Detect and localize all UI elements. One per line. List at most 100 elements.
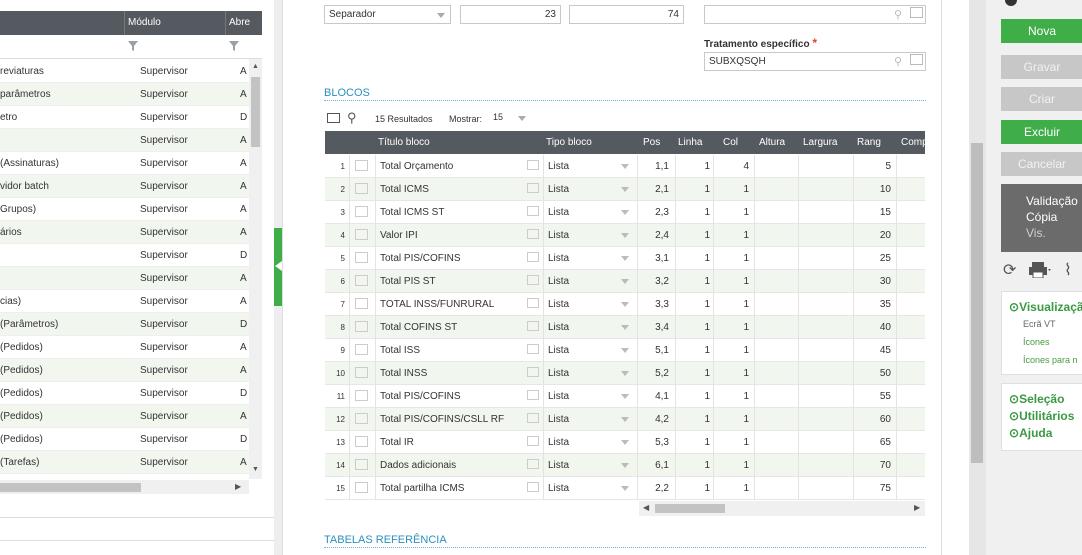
cell-linha[interactable]: 1 bbox=[675, 207, 710, 218]
cell-rang[interactable]: 45 bbox=[853, 345, 891, 356]
cell-rang[interactable]: 60 bbox=[853, 414, 891, 425]
scroll-right-icon[interactable]: ▶ bbox=[235, 482, 241, 491]
cell-pos[interactable]: 6,1 bbox=[637, 460, 669, 471]
filter-icon[interactable] bbox=[229, 41, 239, 51]
cell-rang[interactable]: 35 bbox=[853, 299, 891, 310]
chevron-down-icon[interactable] bbox=[621, 348, 629, 353]
cell-titulo[interactable]: Total IR bbox=[380, 437, 414, 448]
column-col[interactable]: Col bbox=[723, 137, 738, 148]
list-item[interactable]: etro Supervisor D bbox=[0, 106, 249, 129]
list-item[interactable]: ários Supervisor A bbox=[0, 221, 249, 244]
table-row[interactable]: 14 Dados adicionais Lista 6,1 1 1 70 bbox=[325, 454, 925, 477]
cell-col[interactable]: 4 bbox=[713, 161, 749, 172]
table-row[interactable]: 10 Total INSS Lista 5,2 1 1 50 bbox=[325, 362, 925, 385]
cell-col[interactable]: 1 bbox=[713, 276, 749, 287]
printer-icon[interactable] bbox=[1029, 262, 1051, 278]
cell-pos[interactable]: 5,1 bbox=[637, 345, 669, 356]
cell-tipo[interactable]: Lista bbox=[548, 414, 569, 425]
cell-pos[interactable]: 2,2 bbox=[637, 483, 669, 494]
cell-col[interactable]: 1 bbox=[713, 230, 749, 241]
cell-pos[interactable]: 2,3 bbox=[637, 207, 669, 218]
ajuda-link[interactable]: ⊙Ajuda bbox=[1009, 426, 1052, 440]
chevron-down-icon[interactable] bbox=[621, 463, 629, 468]
chevron-down-icon[interactable] bbox=[621, 302, 629, 307]
cell-linha[interactable]: 1 bbox=[675, 437, 710, 448]
cell-col[interactable]: 1 bbox=[713, 322, 749, 333]
cancelar-button[interactable]: Cancelar bbox=[1001, 152, 1082, 176]
table-row[interactable]: 9 Total ISS Lista 5,1 1 1 45 bbox=[325, 339, 925, 362]
table-row[interactable]: 8 Total COFINS ST Lista 3,4 1 1 40 bbox=[325, 316, 925, 339]
list-icon[interactable] bbox=[910, 54, 923, 65]
list-icon[interactable] bbox=[527, 413, 539, 423]
table-row[interactable]: 3 Total ICMS ST Lista 2,3 1 1 15 bbox=[325, 201, 925, 224]
cell-tipo[interactable]: Lista bbox=[548, 345, 569, 356]
chevron-down-icon[interactable] bbox=[621, 233, 629, 238]
cell-linha[interactable]: 1 bbox=[675, 460, 710, 471]
attachment-icon[interactable]: ⌇ bbox=[1064, 260, 1072, 280]
cell-titulo[interactable]: Total partilha ICMS bbox=[380, 483, 464, 494]
list-icon[interactable] bbox=[527, 367, 539, 377]
list-item[interactable]: (Tarefas) Supervisor A bbox=[0, 451, 249, 474]
ecra-vt-link[interactable]: Ecrã VT bbox=[1023, 319, 1056, 329]
cell-rang[interactable]: 15 bbox=[853, 207, 891, 218]
cell-titulo[interactable]: Total PIS ST bbox=[380, 276, 436, 287]
list-icon[interactable] bbox=[527, 344, 539, 354]
search-icon[interactable]: ⚲ bbox=[894, 8, 902, 21]
table-row[interactable]: 5 Total PIS/COFINS Lista 3,1 1 1 25 bbox=[325, 247, 925, 270]
cell-titulo[interactable]: Dados adicionais bbox=[380, 460, 456, 471]
row-detail-icon[interactable] bbox=[355, 344, 368, 355]
copia-item[interactable]: Cópia bbox=[1026, 209, 1082, 225]
number-field-1[interactable]: 23 bbox=[460, 5, 561, 24]
list-item[interactable]: Supervisor D bbox=[0, 244, 249, 267]
cell-linha[interactable]: 1 bbox=[675, 230, 710, 241]
list-icon[interactable] bbox=[527, 321, 539, 331]
cell-linha[interactable]: 1 bbox=[675, 345, 710, 356]
row-detail-icon[interactable] bbox=[355, 298, 368, 309]
cell-col[interactable]: 1 bbox=[713, 460, 749, 471]
list-icon[interactable] bbox=[527, 229, 539, 239]
visualizacao-link[interactable]: ⊙Visualizaçã bbox=[1009, 300, 1082, 314]
cell-titulo[interactable]: TOTAL INSS/FUNRURAL bbox=[380, 299, 494, 310]
utilitarios-link[interactable]: ⊙Utilitários bbox=[1009, 409, 1074, 423]
row-detail-icon[interactable] bbox=[355, 459, 368, 470]
cell-rang[interactable]: 40 bbox=[853, 322, 891, 333]
table-row[interactable]: 1 Total Orçamento Lista 1,1 1 4 5 bbox=[325, 155, 925, 178]
scroll-right-icon[interactable]: ▶ bbox=[914, 503, 920, 512]
row-detail-icon[interactable] bbox=[355, 229, 368, 240]
list-item[interactable]: (Pedidos) Supervisor D bbox=[0, 428, 249, 451]
cell-rang[interactable]: 70 bbox=[853, 460, 891, 471]
cell-linha[interactable]: 1 bbox=[675, 276, 710, 287]
cell-rang[interactable]: 30 bbox=[853, 276, 891, 287]
row-detail-icon[interactable] bbox=[355, 183, 368, 194]
list-icon[interactable] bbox=[527, 206, 539, 216]
column-abrev[interactable]: Abre bbox=[229, 17, 250, 28]
list-icon[interactable] bbox=[527, 183, 539, 193]
cell-pos[interactable]: 3,4 bbox=[637, 322, 669, 333]
list-icon[interactable] bbox=[527, 390, 539, 400]
scroll-up-icon[interactable]: ▲ bbox=[252, 63, 259, 70]
cell-pos[interactable]: 5,2 bbox=[637, 368, 669, 379]
column-comp[interactable]: Comp bbox=[901, 137, 928, 148]
list-item[interactable]: reviaturas Supervisor A bbox=[0, 60, 249, 83]
cell-linha[interactable]: 1 bbox=[675, 414, 710, 425]
validacao-menu[interactable]: Validação Cópia Vis. bbox=[1001, 184, 1082, 252]
scroll-thumb[interactable] bbox=[0, 483, 141, 492]
cell-tipo[interactable]: Lista bbox=[548, 460, 569, 471]
table-row[interactable]: 6 Total PIS ST Lista 3,2 1 1 30 bbox=[325, 270, 925, 293]
scroll-down-icon[interactable]: ▼ bbox=[252, 466, 259, 473]
cell-titulo[interactable]: Total PIS/COFINS/CSLL RF bbox=[380, 414, 504, 425]
icones-para-link[interactable]: Ícones para n bbox=[1023, 355, 1078, 365]
criar-button[interactable]: Criar bbox=[1001, 87, 1082, 111]
cell-titulo[interactable]: Total COFINS ST bbox=[380, 322, 457, 333]
cell-pos[interactable]: 4,1 bbox=[637, 391, 669, 402]
cell-pos[interactable]: 2,4 bbox=[637, 230, 669, 241]
list-item[interactable]: Supervisor A bbox=[0, 129, 249, 152]
gravar-button[interactable]: Gravar bbox=[1001, 55, 1082, 79]
chevron-down-icon[interactable] bbox=[621, 394, 629, 399]
table-row[interactable]: 2 Total ICMS Lista 2,1 1 1 10 bbox=[325, 178, 925, 201]
list-item[interactable]: cias) Supervisor A bbox=[0, 290, 249, 313]
selecao-link[interactable]: ⊙Seleção bbox=[1009, 392, 1064, 406]
cell-linha[interactable]: 1 bbox=[675, 299, 710, 310]
cell-pos[interactable]: 4,2 bbox=[637, 414, 669, 425]
nova-button[interactable]: Nova bbox=[1001, 19, 1082, 43]
